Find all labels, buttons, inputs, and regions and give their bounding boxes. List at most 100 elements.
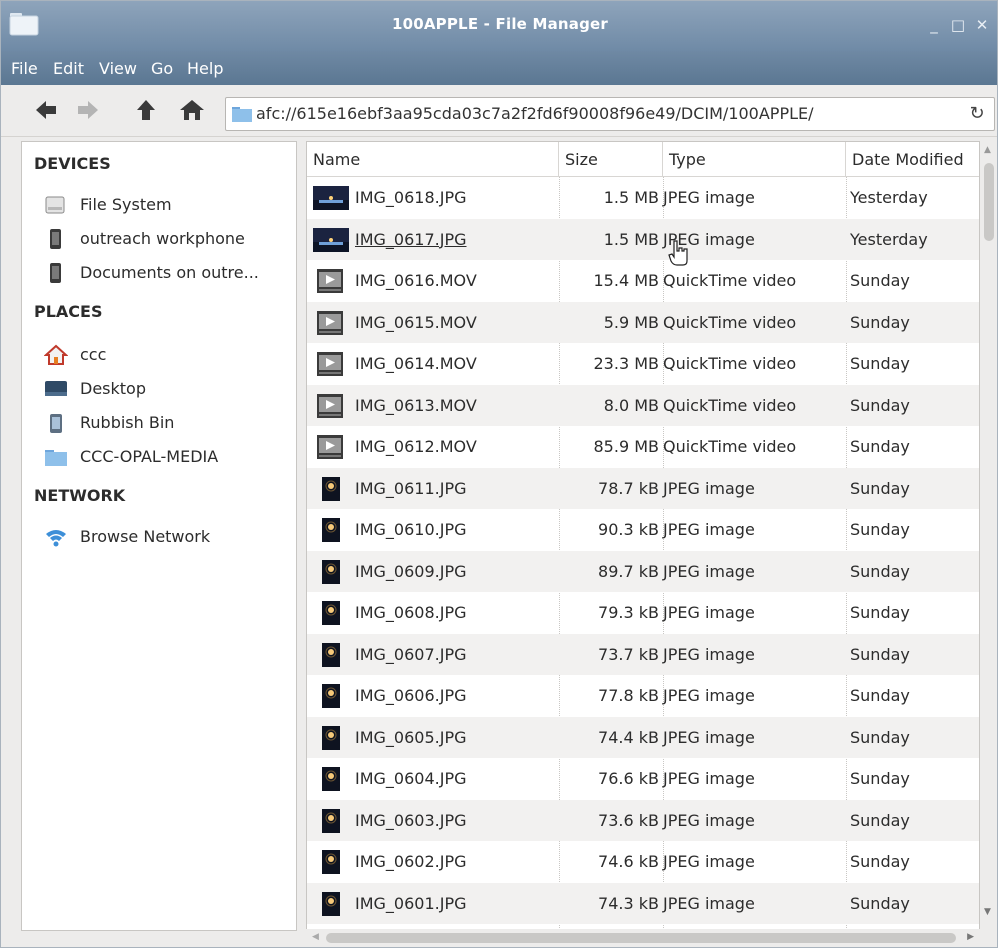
menu-go[interactable]: Go xyxy=(151,59,173,78)
image-thumbnail-icon xyxy=(313,476,349,501)
up-arrow-icon xyxy=(137,100,155,120)
file-type: JPEG image xyxy=(663,810,755,830)
file-row[interactable]: IMG_0615.MOV 5.9 MB QuickTime video Sunday xyxy=(307,301,979,343)
home-icon xyxy=(180,100,204,120)
file-name[interactable]: IMG_0601.JPG xyxy=(355,894,467,913)
file-size: 79.3 kB xyxy=(598,603,659,622)
file-name[interactable]: IMG_0618.JPG xyxy=(355,188,467,207)
file-name[interactable]: IMG_0607.JPG xyxy=(355,645,467,664)
maximize-button[interactable]: □ xyxy=(947,15,969,35)
reload-icon[interactable]: ↻ xyxy=(966,103,988,125)
menu-file[interactable]: File xyxy=(11,59,38,78)
horizontal-scrollbar[interactable]: ◀ ▶ xyxy=(306,929,980,947)
file-date-modified: Sunday xyxy=(850,271,910,290)
file-row[interactable]: IMG_0602.JPG 74.6 kB JPEG image Sunday xyxy=(307,841,979,882)
file-name[interactable]: IMG_0615.MOV xyxy=(355,313,477,332)
column-header-name[interactable]: Name xyxy=(307,142,559,177)
network-heading: NETWORK xyxy=(34,486,126,505)
file-row[interactable]: IMG_0610.JPG 90.3 kB JPEG image Sunday xyxy=(307,509,979,550)
file-name[interactable]: IMG_0617.JPG xyxy=(355,230,467,249)
file-date-modified: Sunday xyxy=(850,561,910,581)
sidebar-item-documents-on-outreach[interactable]: Documents on outre... xyxy=(44,258,294,288)
video-thumbnail-icon xyxy=(313,352,349,376)
file-row[interactable]: IMG_0613.MOV 8.0 MB QuickTime video Sunday xyxy=(307,384,979,426)
phone-icon xyxy=(50,229,61,249)
file-row[interactable]: IMG_0611.JPG 78.7 kB JPEG image Sunday xyxy=(307,467,979,509)
file-row[interactable]: IMG_0618.JPG 1.5 MB JPEG image Yesterday xyxy=(307,177,979,218)
up-button[interactable] xyxy=(131,95,161,125)
file-date-modified: Sunday xyxy=(850,520,910,539)
wifi-icon xyxy=(46,530,66,547)
vertical-scroll-thumb[interactable] xyxy=(984,163,994,241)
sidebar-item-ccc[interactable]: ccc xyxy=(44,340,294,370)
scroll-down-icon[interactable]: ▼ xyxy=(984,907,991,917)
file-row[interactable]: IMG_0605.JPG 74.4 kB JPEG image Sunday xyxy=(307,716,979,758)
file-name[interactable]: IMG_0616.MOV xyxy=(355,271,477,290)
scroll-up-icon[interactable]: ▲ xyxy=(984,145,991,155)
file-row[interactable]: IMG_0609.JPG 89.7 kB JPEG image Sunday xyxy=(307,550,979,592)
sidebar-item-desktop[interactable]: Desktop xyxy=(44,374,294,404)
file-name[interactable]: IMG_0603.JPG xyxy=(355,811,467,830)
sidebar: DEVICES File System outreach workphone D… xyxy=(21,141,297,931)
file-row[interactable]: IMG_0606.JPG 77.8 kB JPEG image Sunday xyxy=(307,675,979,716)
minimize-button[interactable]: _ xyxy=(923,15,945,35)
file-type: JPEG image xyxy=(663,727,755,747)
menu-view[interactable]: View xyxy=(99,59,137,78)
forward-button[interactable] xyxy=(73,95,103,125)
file-date-modified: Sunday xyxy=(850,312,910,332)
file-name[interactable]: IMG_0608.JPG xyxy=(355,603,467,622)
file-name[interactable]: IMG_0610.JPG xyxy=(355,520,467,539)
file-row[interactable]: IMG_0607.JPG 73.7 kB JPEG image Sunday xyxy=(307,633,979,675)
file-row[interactable]: IMG_0614.MOV 23.3 MB QuickTime video Sunday xyxy=(307,343,979,384)
file-date-modified: Sunday xyxy=(850,395,910,415)
window-title: 100APPLE - File Manager xyxy=(391,15,609,33)
title-bar[interactable]: 100APPLE - File Manager _ □ ✕ xyxy=(1,1,997,51)
file-type: JPEG image xyxy=(663,561,755,581)
horizontal-scroll-thumb[interactable] xyxy=(326,933,956,943)
video-thumbnail-icon xyxy=(313,393,349,418)
sidebar-item-label: Rubbish Bin xyxy=(80,413,175,432)
file-row[interactable]: IMG_0616.MOV 15.4 MB QuickTime video Sunday xyxy=(307,260,979,301)
menu-help[interactable]: Help xyxy=(187,59,223,78)
scroll-left-icon[interactable]: ◀ xyxy=(312,932,319,942)
back-button[interactable] xyxy=(31,95,61,125)
file-size: 90.3 kB xyxy=(598,520,659,539)
file-row[interactable]: IMG_0612.MOV 85.9 MB QuickTime video Sunday xyxy=(307,426,979,467)
file-size: 78.7 kB xyxy=(598,478,659,498)
video-thumbnail-icon xyxy=(313,435,349,459)
sidebar-item-ccc-opal-media[interactable]: CCC-OPAL-MEDIA xyxy=(44,442,294,472)
sidebar-item-outreach-workphone[interactable]: outreach workphone xyxy=(44,224,294,254)
close-button[interactable]: ✕ xyxy=(971,15,993,35)
file-row[interactable]: IMG_0603.JPG 73.6 kB JPEG image Sunday xyxy=(307,799,979,841)
sidebar-item-rubbish-bin[interactable]: Rubbish Bin xyxy=(44,408,294,438)
file-row[interactable]: IMG_0601.JPG 74.3 kB JPEG image Sunday xyxy=(307,882,979,924)
video-thumbnail-icon xyxy=(313,269,349,293)
file-row[interactable]: IMG_0604.JPG 76.6 kB JPEG image Sunday xyxy=(307,758,979,799)
column-header-date[interactable]: Date Modified xyxy=(846,142,979,177)
file-name[interactable]: IMG_0605.JPG xyxy=(355,728,467,747)
home-button[interactable] xyxy=(177,95,207,125)
pane-splitter[interactable] xyxy=(297,141,305,931)
file-name[interactable]: IMG_0604.JPG xyxy=(355,769,467,788)
file-row[interactable]: IMG_0608.JPG 79.3 kB JPEG image Sunday xyxy=(307,592,979,633)
file-name[interactable]: IMG_0612.MOV xyxy=(355,437,477,456)
file-name[interactable]: IMG_0614.MOV xyxy=(355,354,477,373)
sidebar-item-file-system[interactable]: File System xyxy=(44,190,294,220)
file-name[interactable]: IMG_0611.JPG xyxy=(355,479,467,498)
column-header-size[interactable]: Size xyxy=(559,142,663,177)
vertical-scrollbar[interactable]: ▲ ▼ xyxy=(980,141,997,931)
menu-edit[interactable]: Edit xyxy=(53,59,84,78)
file-row[interactable]: IMG_0617.JPG 1.5 MB JPEG image Yesterday xyxy=(307,218,979,260)
file-size: 85.9 MB xyxy=(593,437,660,456)
column-header-type[interactable]: Type xyxy=(663,142,846,177)
file-date-modified: Sunday xyxy=(850,478,910,498)
forward-arrow-icon xyxy=(78,101,98,119)
location-bar[interactable]: afc://615e16ebf3aa95cda03c7a2f2fd6f90008… xyxy=(225,97,995,131)
file-name[interactable]: IMG_0609.JPG xyxy=(355,562,467,581)
file-name[interactable]: IMG_0602.JPG xyxy=(355,852,467,871)
file-name[interactable]: IMG_0606.JPG xyxy=(355,686,467,705)
scroll-right-icon[interactable]: ▶ xyxy=(967,932,974,942)
sidebar-item-browse-network[interactable]: Browse Network xyxy=(44,522,294,552)
file-name[interactable]: IMG_0613.MOV xyxy=(355,396,477,415)
location-path[interactable]: afc://615e16ebf3aa95cda03c7a2f2fd6f90008… xyxy=(256,104,814,123)
